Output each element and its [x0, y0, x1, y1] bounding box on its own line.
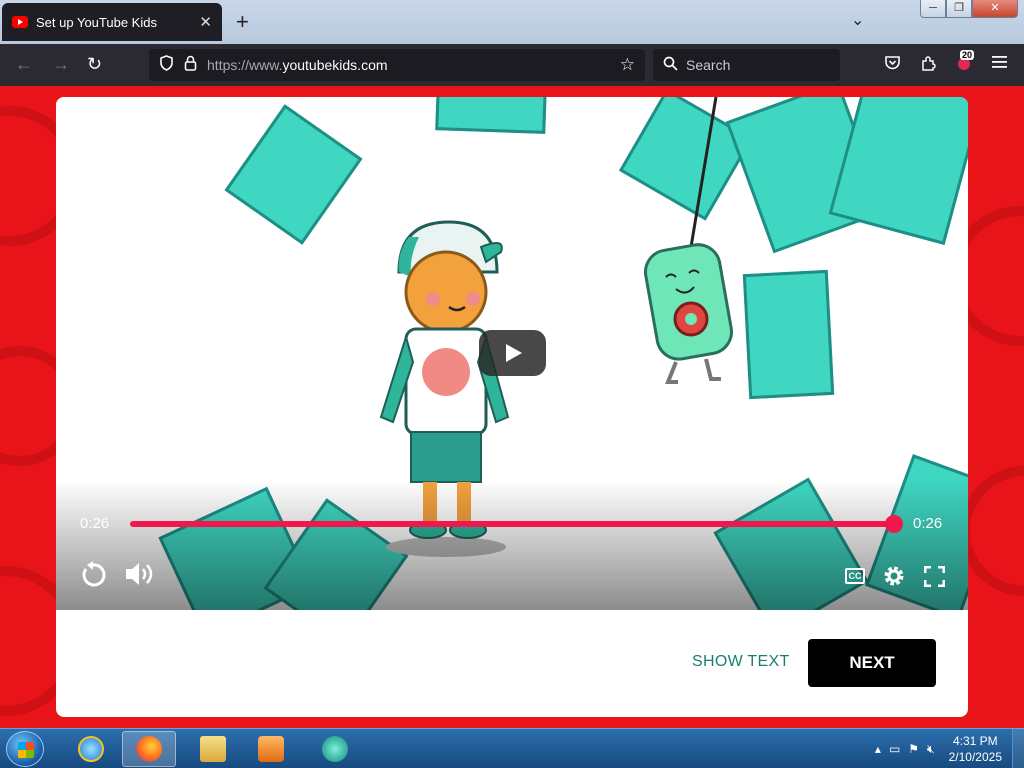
close-window-button[interactable]: ✕	[972, 0, 1018, 18]
address-bar[interactable]: https://www.youtubekids.com ☆	[149, 49, 645, 81]
robot-illustration	[643, 97, 733, 384]
url-text: https://www.youtubekids.com	[207, 57, 388, 73]
gear-icon[interactable]	[883, 565, 905, 592]
tab-close-icon[interactable]: ✕	[199, 13, 212, 31]
new-tab-button[interactable]: +	[236, 9, 249, 35]
back-button[interactable]: ←	[15, 54, 33, 75]
video-player[interactable]: 0:26 0:26 CC	[56, 97, 968, 610]
clock-date: 2/10/2025	[948, 750, 1002, 764]
volume-muted-icon[interactable]: 🔇︎	[927, 742, 935, 757]
pocket-icon[interactable]	[884, 55, 901, 76]
play-button[interactable]	[479, 330, 546, 376]
show-hidden-icons-icon[interactable]: ▴	[875, 742, 881, 756]
captions-button[interactable]: CC	[845, 568, 865, 584]
puzzle-icon[interactable]	[920, 55, 937, 77]
start-button[interactable]	[6, 731, 44, 767]
illustration-paper	[742, 269, 835, 400]
hamburger-menu-icon[interactable]	[992, 55, 1007, 74]
clock[interactable]: 4:31 PM 2/10/2025	[949, 733, 1002, 765]
illustration-paper	[435, 97, 547, 134]
setup-card: 0:26 0:26 CC SHOW TEXT NEXT	[56, 97, 968, 717]
browser-app-icon[interactable]	[308, 731, 362, 767]
minimize-button[interactable]: ─	[920, 0, 946, 18]
windows-taskbar: ▴ ▭ ⚑ 🔇︎ 4:31 PM 2/10/2025	[0, 728, 1024, 768]
illustration-paper	[224, 104, 363, 245]
progress-bar[interactable]	[130, 521, 894, 527]
tab-youtube-kids[interactable]: Set up YouTube Kids ✕	[2, 3, 222, 41]
navigation-toolbar: ← → ↻ https://www.youtubekids.com ☆ Sear…	[0, 44, 1024, 86]
reload-button[interactable]: ↻	[87, 54, 102, 75]
search-placeholder: Search	[686, 57, 731, 73]
list-all-tabs-icon[interactable]: ⌄	[851, 10, 864, 30]
window-controls: ─ ❐ ✕	[920, 0, 1018, 18]
page-background: 0:26 0:26 CC SHOW TEXT NEXT	[0, 86, 1024, 728]
restore-button[interactable]: ❐	[946, 0, 972, 18]
network-icon[interactable]: ▭	[889, 742, 900, 756]
file-explorer-icon[interactable]	[186, 731, 240, 767]
background-wave	[960, 466, 1024, 596]
tab-strip: Set up YouTube Kids ✕ + ⌄ ─ ❐ ✕	[0, 0, 1024, 44]
action-center-flag-icon[interactable]: ⚑	[908, 742, 919, 756]
forward-button[interactable]: →	[52, 54, 70, 75]
extension-count-badge: 20	[960, 50, 975, 60]
show-desktop-button[interactable]	[1012, 729, 1024, 768]
shield-icon[interactable]	[159, 55, 174, 75]
media-player-icon[interactable]	[244, 731, 298, 767]
controls-gradient	[56, 480, 968, 610]
system-tray: ▴ ▭ ⚑ 🔇︎ 4:31 PM 2/10/2025	[871, 729, 1024, 768]
youtube-favicon-icon	[12, 16, 28, 28]
next-button[interactable]: NEXT	[808, 639, 936, 687]
tab-title: Set up YouTube Kids	[36, 14, 157, 30]
internet-explorer-icon[interactable]	[64, 731, 118, 767]
current-time: 0:26	[80, 515, 110, 532]
firefox-icon[interactable]	[122, 731, 176, 767]
clock-time: 4:31 PM	[952, 734, 998, 748]
total-time: 0:26	[913, 515, 943, 532]
search-input[interactable]: Search	[653, 49, 840, 81]
replay-icon[interactable]	[78, 560, 108, 595]
progress-scrubber[interactable]	[885, 515, 903, 533]
show-text-button[interactable]: SHOW TEXT	[692, 653, 790, 671]
fullscreen-icon[interactable]	[923, 565, 946, 592]
search-icon	[663, 56, 678, 74]
lock-icon[interactable]	[184, 55, 197, 75]
volume-icon[interactable]	[124, 560, 158, 593]
star-icon[interactable]: ☆	[620, 55, 635, 75]
